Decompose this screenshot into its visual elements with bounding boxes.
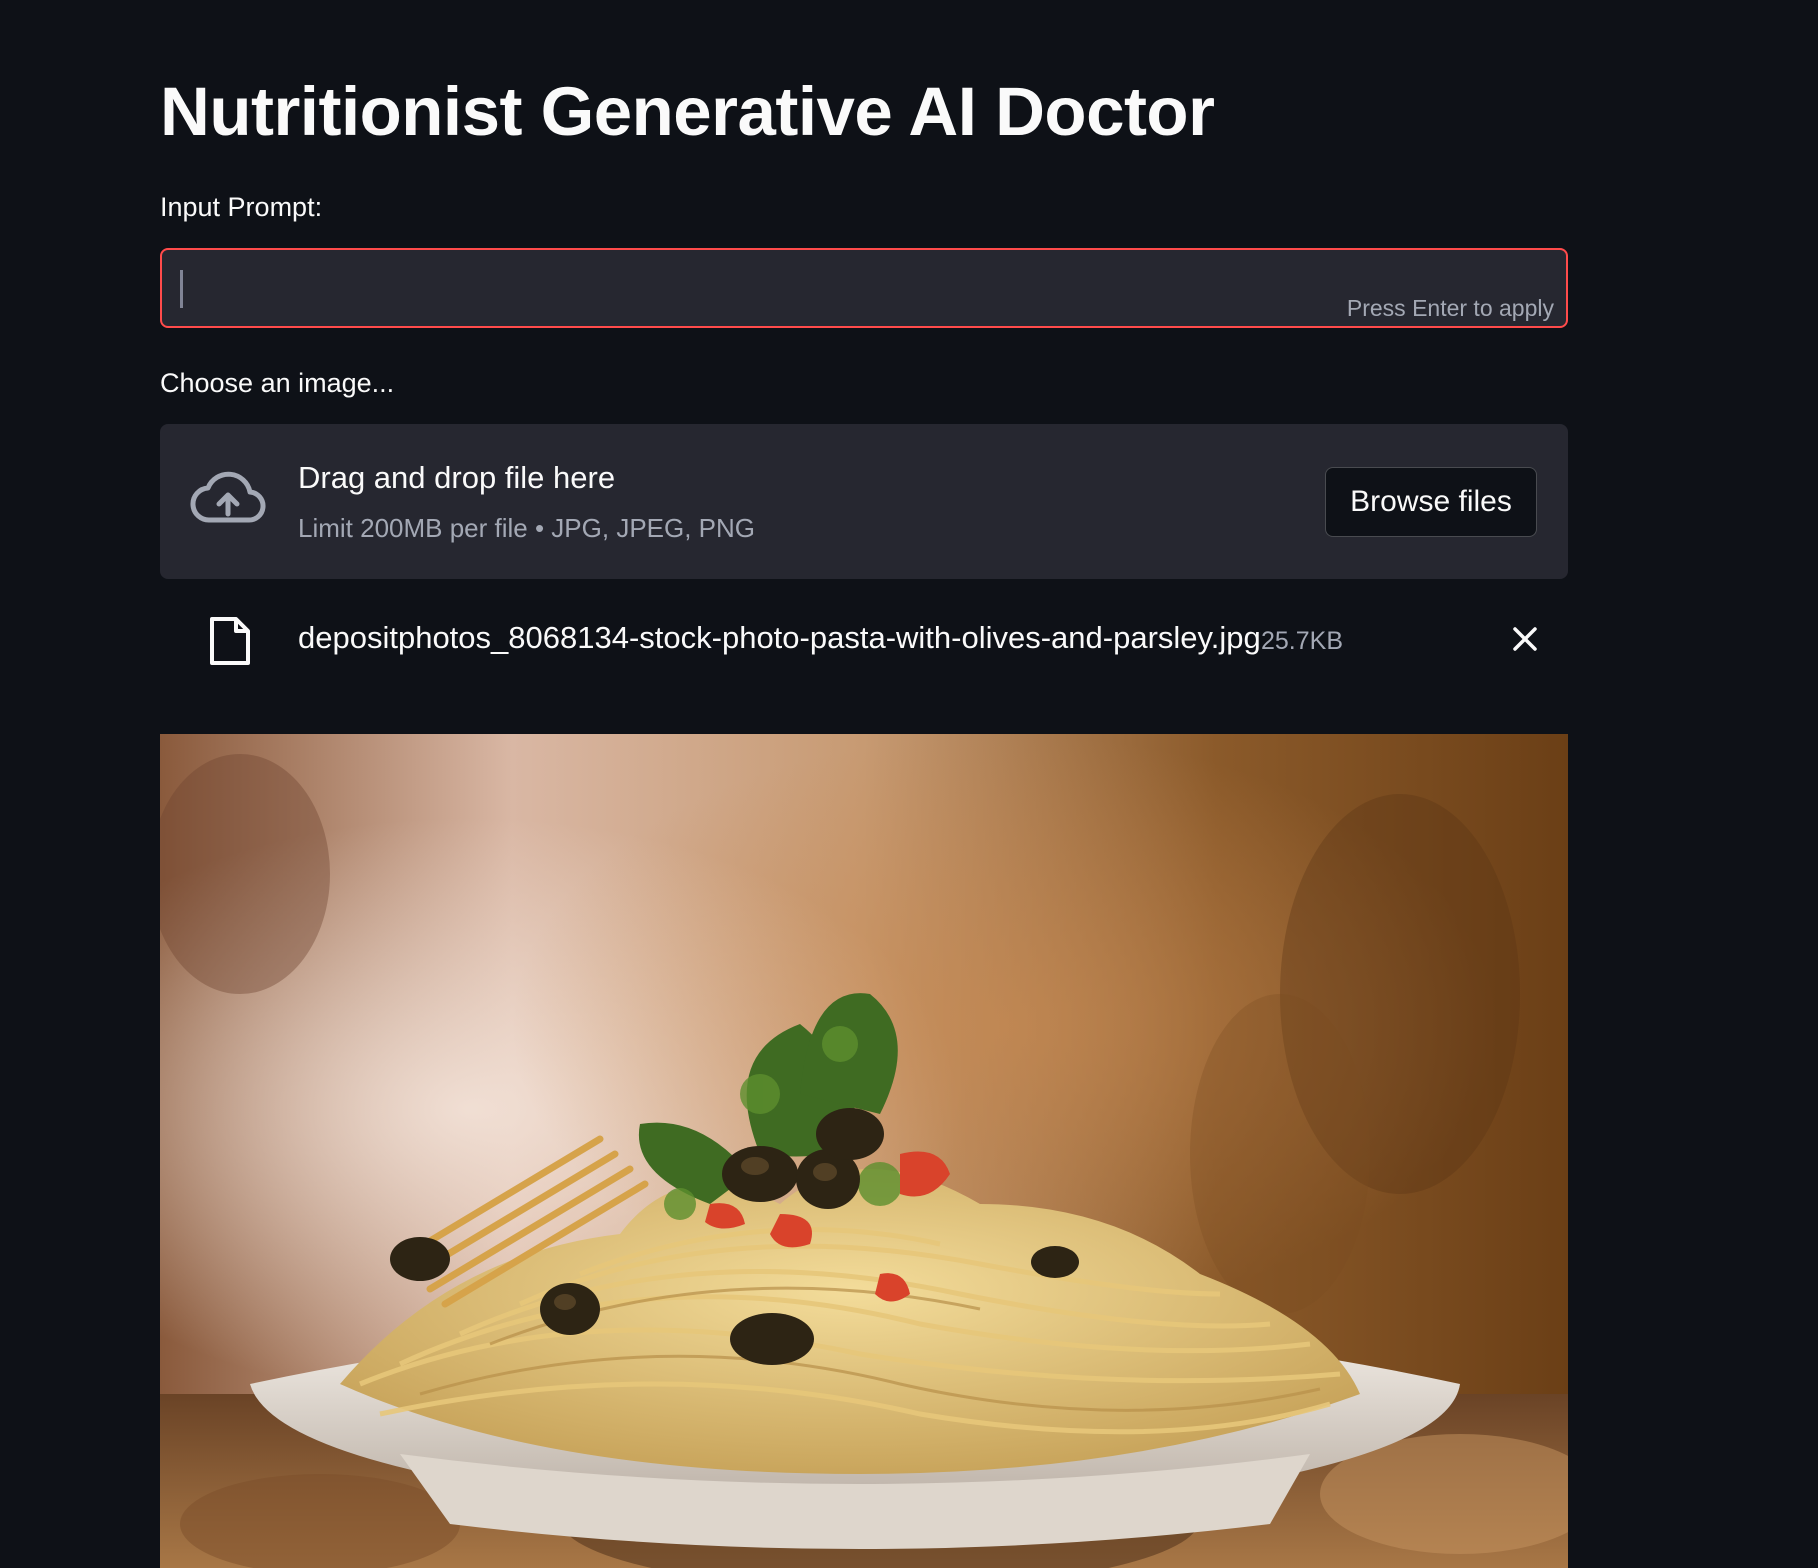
remove-file-button[interactable] bbox=[1500, 614, 1550, 664]
dropzone-title: Drag and drop file here bbox=[298, 460, 616, 495]
browse-files-button[interactable]: Browse files bbox=[1325, 467, 1537, 537]
image-uploader-label: Choose an image... bbox=[160, 368, 395, 398]
uploaded-file-size: 25.7KB bbox=[1261, 627, 1344, 655]
file-icon bbox=[208, 616, 252, 666]
page-title: Nutritionist Generative AI Doctor bbox=[160, 73, 1215, 150]
dropzone-limit-text: Limit 200MB per file • JPG, JPEG, PNG bbox=[298, 513, 756, 543]
cloud-upload-icon bbox=[190, 470, 266, 530]
uploaded-file-row: depositphotos_8068134-stock-photo-pasta-… bbox=[160, 600, 1568, 680]
text-caret bbox=[180, 270, 183, 308]
uploaded-file-name: depositphotos_8068134-stock-photo-pasta-… bbox=[298, 620, 1261, 655]
uploaded-image-preview bbox=[160, 734, 1568, 1568]
press-enter-hint: Press Enter to apply bbox=[1346, 295, 1554, 321]
prompt-label: Input Prompt: bbox=[160, 192, 323, 222]
prompt-input-container[interactable]: Press Enter to apply bbox=[160, 248, 1568, 328]
close-icon bbox=[1513, 627, 1537, 651]
pasta-photo bbox=[160, 734, 1568, 1568]
file-dropzone[interactable]: Drag and drop file here Limit 200MB per … bbox=[160, 424, 1568, 579]
